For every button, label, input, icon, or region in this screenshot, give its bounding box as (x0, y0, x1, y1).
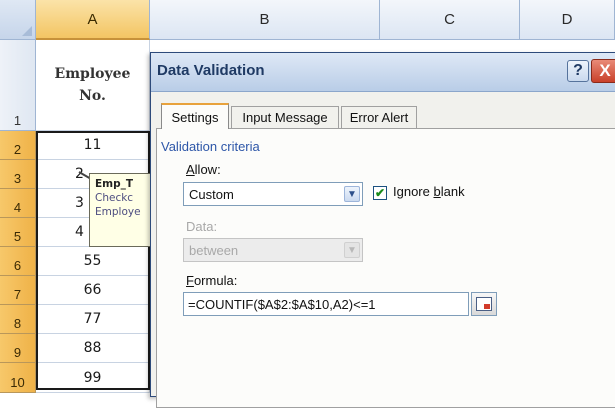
row-header-6[interactable]: 6 (0, 247, 36, 276)
ignore-blank-label[interactable]: Ignore blank (393, 184, 465, 199)
cell-a8[interactable]: 77 (36, 305, 150, 334)
employee-no-header: Employee No. (54, 66, 131, 104)
column-header-c[interactable]: C (380, 0, 520, 40)
row-header-5[interactable]: 5 (0, 218, 36, 247)
column-header-a[interactable]: A (36, 0, 150, 40)
row-header-1[interactable]: 1 (0, 40, 36, 131)
row-header-9[interactable]: 9 (0, 334, 36, 363)
tooltip-line-1: Checkc (95, 192, 134, 204)
column-header-b[interactable]: B (150, 0, 380, 40)
select-all-corner[interactable] (0, 0, 36, 40)
settings-panel: Validation criteria Allow: Custom ▼ ✔ Ig… (156, 128, 615, 408)
validation-criteria-label: Validation criteria (161, 139, 260, 154)
dialog-title: Data Validation (157, 62, 265, 79)
formula-input[interactable]: =COUNTIF($A$2:$A$10,A2)<=1 (183, 292, 469, 316)
ignore-blank-checkbox[interactable]: ✔ (373, 186, 387, 200)
allow-label: Allow: (186, 162, 221, 177)
chevron-down-icon: ▼ (344, 242, 360, 258)
allow-value: Custom (189, 186, 234, 202)
formula-label: Formula: (186, 273, 238, 288)
row-header-8[interactable]: 8 (0, 305, 36, 334)
data-dropdown: between ▼ (183, 238, 363, 262)
tooltip-line-2: Employe (95, 206, 141, 218)
input-message-tooltip: Emp_T Checkc Employe (89, 173, 151, 247)
column-header-d[interactable]: D (520, 0, 615, 40)
chevron-down-icon: ▼ (344, 186, 360, 202)
close-icon: X (599, 61, 611, 80)
allow-dropdown[interactable]: Custom ▼ (183, 182, 363, 206)
range-select-icon (476, 297, 492, 311)
help-button[interactable]: ? (567, 60, 589, 82)
cell-a9[interactable]: 88 (36, 334, 150, 363)
cell-a7[interactable]: 66 (36, 276, 150, 305)
data-validation-dialog: Data Validation ? X Settings Input Messa… (150, 52, 615, 408)
data-label: Data: (186, 219, 218, 234)
cell-a2[interactable]: 11 (36, 131, 150, 160)
tooltip-title: Emp_T (95, 178, 134, 190)
tab-settings[interactable]: Settings (161, 103, 229, 129)
tab-input-message[interactable]: Input Message (231, 106, 339, 128)
tab-error-alert[interactable]: Error Alert (341, 106, 417, 128)
cell-a1[interactable]: Employee No. (36, 40, 150, 131)
close-button[interactable]: X (591, 59, 615, 83)
row-header-3[interactable]: 3 (0, 160, 36, 189)
formula-value: =COUNTIF($A$2:$A$10,A2)<=1 (188, 296, 376, 312)
row-header-10[interactable]: 10 (0, 363, 36, 393)
row-header-7[interactable]: 7 (0, 276, 36, 305)
help-icon: ? (573, 62, 583, 79)
data-value: between (189, 242, 239, 258)
cell-a6[interactable]: 55 (36, 247, 150, 276)
checkmark-icon: ✔ (374, 186, 386, 200)
row-header-2[interactable]: 2 (0, 131, 36, 160)
dialog-titlebar[interactable]: Data Validation ? X (151, 53, 615, 92)
row-header-4[interactable]: 4 (0, 189, 36, 218)
cell-a10[interactable]: 99 (36, 363, 150, 393)
collapse-dialog-button[interactable] (471, 292, 497, 316)
